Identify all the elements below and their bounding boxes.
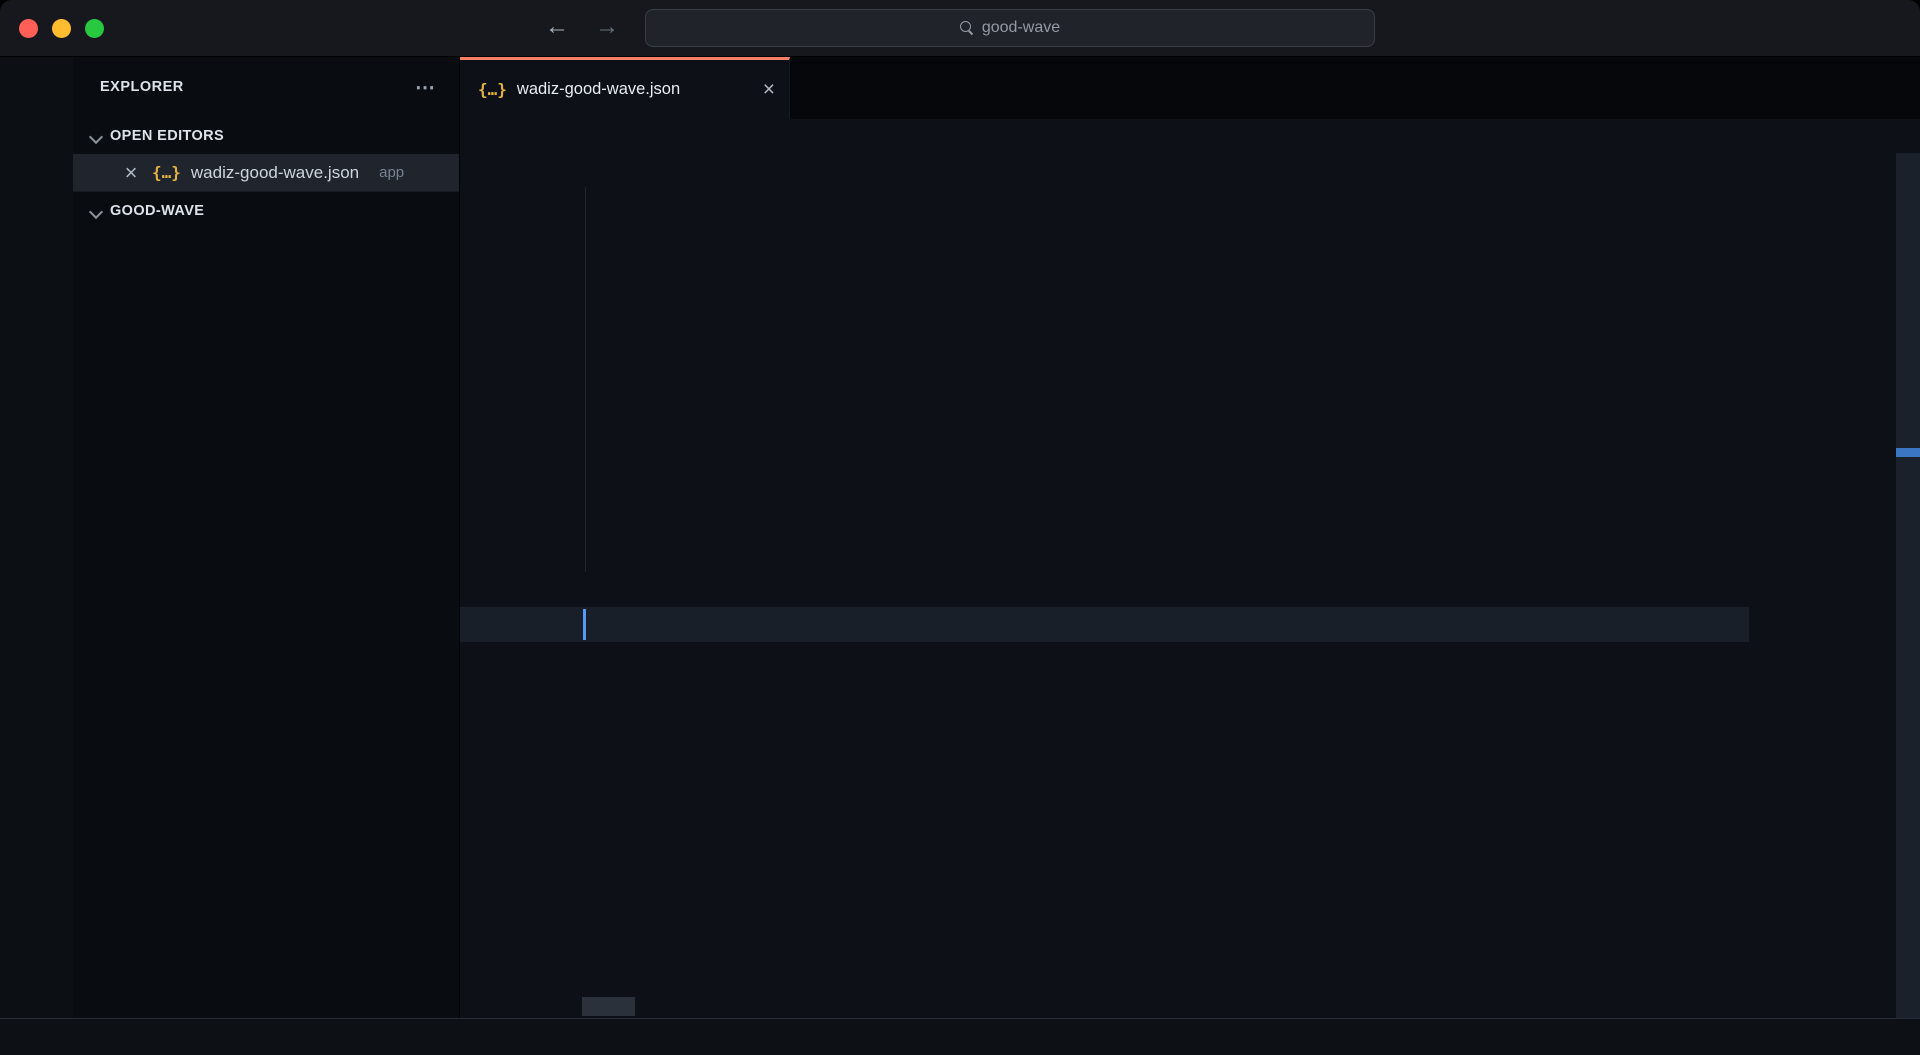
text-cursor	[583, 609, 586, 640]
minimap[interactable]	[1749, 152, 1896, 1018]
editor-area: {…} wadiz-good-wave.json ×	[460, 57, 1920, 1018]
history-forward-button[interactable]: →	[595, 13, 619, 41]
search-icon	[960, 21, 974, 35]
horizontal-scrollbar-thumb[interactable]	[582, 997, 635, 1016]
explorer-more-actions-icon[interactable]: ⋯	[415, 75, 437, 100]
maximize-window-button[interactable]	[85, 19, 104, 38]
close-tab-icon[interactable]: ×	[763, 78, 775, 102]
open-editor-path-suffix: app	[379, 164, 404, 181]
sidebar-title: EXPLORER	[100, 79, 184, 95]
history-back-button[interactable]: ←	[545, 13, 569, 41]
tab-strip: {…} wadiz-good-wave.json ×	[460, 57, 1920, 119]
activity-bar	[0, 57, 73, 1018]
close-editor-icon[interactable]: ×	[120, 160, 142, 186]
chevron-down-icon	[88, 203, 104, 219]
open-editor-item[interactable]: × {…} wadiz-good-wave.json app	[73, 154, 459, 191]
tab-label: wadiz-good-wave.json	[517, 80, 680, 99]
current-line-highlight	[460, 607, 1749, 642]
tab-wadiz-good-wave-json[interactable]: {…} wadiz-good-wave.json ×	[460, 57, 790, 119]
open-editor-label: wadiz-good-wave.json	[191, 163, 359, 183]
code-editor[interactable]	[460, 152, 1920, 1018]
breadcrumb	[460, 119, 1920, 152]
json-file-icon: {…}	[152, 163, 181, 182]
status-bar	[0, 1018, 1920, 1055]
project-section-header[interactable]: GOOD-WAVE	[73, 192, 459, 229]
macos-traffic-lights	[19, 19, 104, 38]
search-value: good-wave	[982, 19, 1060, 37]
json-file-icon: {…}	[478, 80, 507, 99]
chevron-down-icon	[88, 128, 104, 144]
overview-ruler-cursor-mark	[1896, 448, 1920, 457]
vscode-window: ← → good-wave EXPLORER ⋯ OPEN EDITORS	[0, 0, 1920, 1055]
explorer-sidebar: EXPLORER ⋯ OPEN EDITORS × {…} wadiz-good…	[73, 57, 460, 1018]
vertical-scrollbar[interactable]	[1896, 153, 1920, 1018]
open-editors-header[interactable]: OPEN EDITORS	[73, 117, 459, 154]
title-bar: ← → good-wave	[0, 0, 1920, 57]
command-center-search[interactable]: good-wave	[645, 9, 1375, 47]
minimize-window-button[interactable]	[52, 19, 71, 38]
indent-guide	[585, 187, 586, 572]
close-window-button[interactable]	[19, 19, 38, 38]
